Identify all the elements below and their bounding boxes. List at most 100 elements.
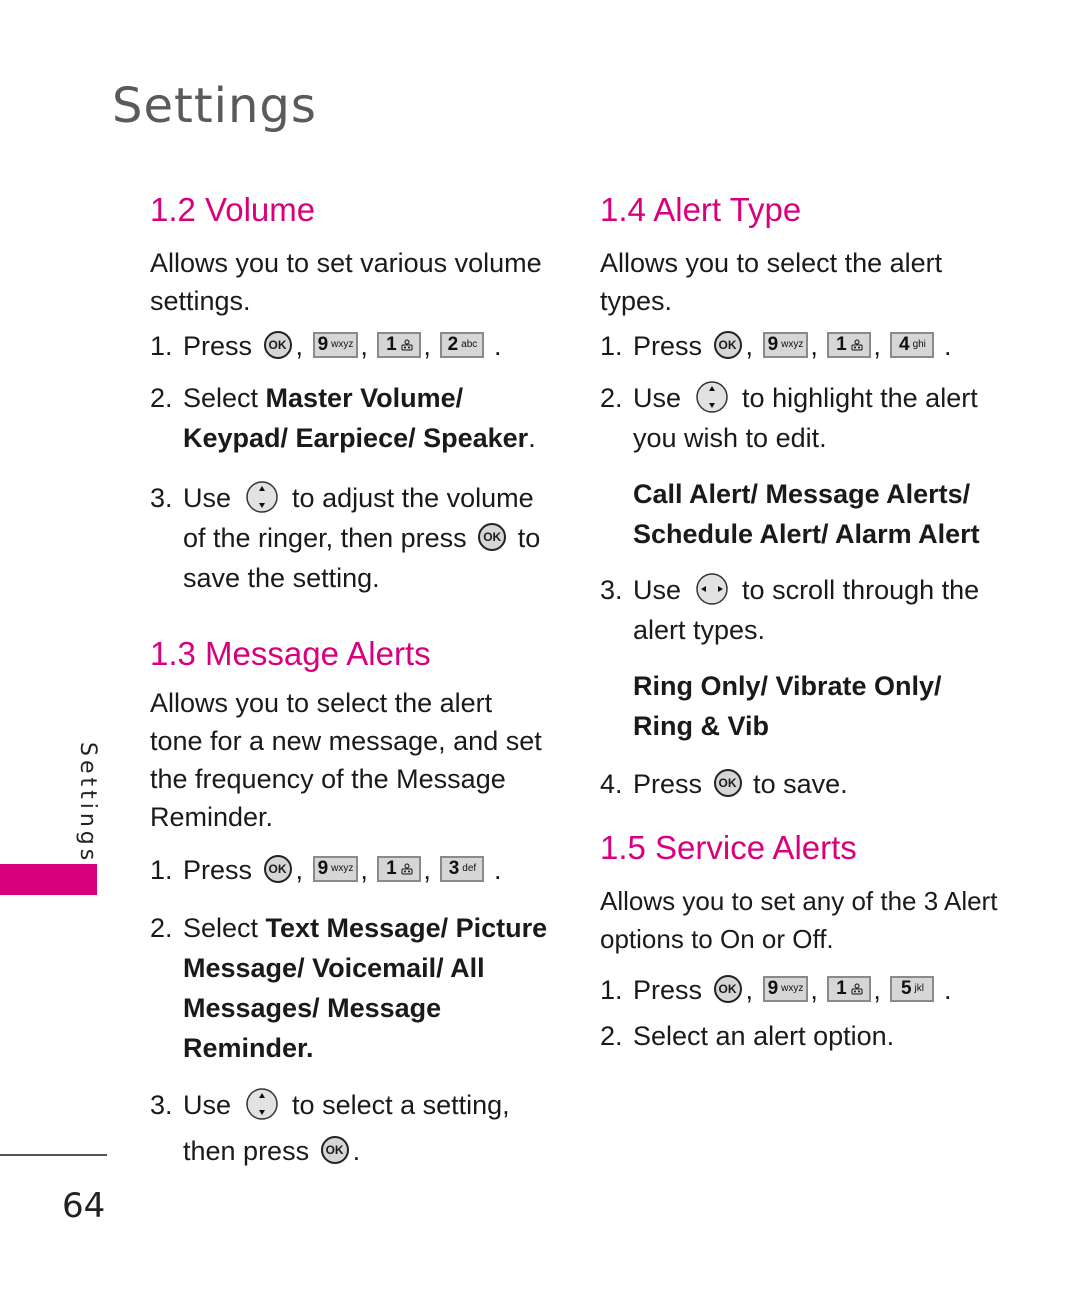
step-2: 2. Select an alert option.: [600, 1016, 1000, 1056]
step-number: 1.: [600, 331, 623, 361]
section-description: Allows you to select the alert tone for …: [150, 688, 542, 832]
left-column: 1.2 Volume Allows you to set various vol…: [150, 190, 550, 1174]
step-number: 2.: [600, 1021, 623, 1051]
step-1: 1. Press OK, 9 wxyz, 1, 5 jkl .: [600, 970, 1000, 1010]
step-options: Ring Only/ Vibrate Only/ Ring & Vib: [633, 671, 942, 741]
side-section-label: Settings: [75, 742, 100, 865]
step-1: 1. Press OK, 9 wxyz, 1, 3 def .: [150, 850, 550, 890]
ok-key-icon: OK: [263, 854, 292, 883]
step-text: Select: [183, 913, 266, 943]
separator: ,: [423, 855, 431, 885]
separator: ,: [745, 975, 754, 1005]
key-9-icon: 9 wxyz: [762, 331, 809, 358]
step-text: Use: [183, 483, 232, 513]
section-service-alerts: 1.5 Service Alerts Allows you to set any…: [600, 828, 1000, 1056]
voicemail-icon: [851, 983, 863, 995]
step-number: 3.: [150, 483, 173, 513]
step-2: 2. Use to highlight the alert you wish t…: [600, 378, 1000, 458]
step-text: Press: [633, 975, 703, 1005]
ok-key-icon: OK: [713, 768, 742, 797]
ok-key-icon: OK: [713, 330, 742, 359]
step-text: Press: [183, 855, 253, 885]
nav-up-down-icon: [695, 381, 728, 413]
voicemail-icon: [401, 339, 413, 351]
key-1-voicemail-icon: 1: [827, 975, 872, 1002]
nav-up-down-icon: [245, 1088, 278, 1120]
right-column: 1.4 Alert Type Allows you to select the …: [600, 190, 1000, 1056]
step-number: 4.: [600, 769, 623, 799]
step-number: 1.: [600, 975, 623, 1005]
step-number: 1.: [150, 855, 173, 885]
separator: ,: [873, 975, 881, 1005]
step-3: 3. Use to select a setting, then press O…: [150, 1082, 550, 1174]
voicemail-icon: [401, 863, 413, 875]
separator: ,: [423, 331, 431, 361]
key-3-icon: 3 def: [440, 855, 485, 882]
separator: ,: [810, 331, 818, 361]
step-2: 2. Select Master Volume/ Keypad/ Earpiec…: [150, 378, 550, 458]
step-text: to scroll through the alert types.: [633, 575, 980, 645]
step-text: Use: [183, 1090, 232, 1120]
key-5-icon: 5 jkl: [890, 975, 935, 1002]
nav-left-right-icon: [695, 573, 728, 605]
step-number: 1.: [150, 331, 173, 361]
step-text: to save.: [753, 769, 848, 799]
separator: ,: [745, 331, 754, 361]
step-text: Press: [633, 331, 703, 361]
section-description: Allows you to select the alert types.: [600, 248, 943, 316]
step-text: .: [352, 1136, 361, 1166]
section-volume: 1.2 Volume Allows you to set various vol…: [150, 190, 550, 598]
voicemail-icon: [851, 339, 863, 351]
step-text: Select: [183, 383, 266, 413]
step-3: 3. Use to adjust the volume of the ringe…: [150, 478, 550, 598]
separator: ,: [360, 331, 368, 361]
ok-key-icon: OK: [320, 1135, 349, 1164]
section-heading: 1.2 Volume: [150, 191, 316, 228]
step-options: Call Alert/ Message Alerts/ Schedule Ale…: [633, 479, 980, 549]
key-1-voicemail-icon: 1: [377, 855, 422, 882]
key-9-icon: 9 wxyz: [312, 855, 359, 882]
section-description: Allows you to set any of the 3 Alert opt…: [600, 886, 998, 954]
key-4-icon: 4 ghi: [890, 331, 935, 358]
separator: ,: [873, 331, 881, 361]
separator: ,: [360, 855, 368, 885]
step-number: 2.: [150, 383, 173, 413]
step-text-suffix: .: [528, 423, 536, 453]
step-number: 2.: [600, 383, 623, 413]
key-9-icon: 9 wxyz: [762, 975, 809, 1002]
separator: ,: [810, 975, 818, 1005]
step-2: 2. Select Text Message/ Picture Message/…: [150, 908, 550, 1068]
key-9-icon: 9 wxyz: [312, 331, 359, 358]
side-section-tab: [0, 864, 97, 895]
separator: .: [943, 331, 952, 361]
key-1-voicemail-icon: 1: [377, 331, 422, 358]
step-4: 4. Press OK to save.: [600, 764, 1000, 804]
step-number: 3.: [150, 1090, 173, 1120]
section-alert-type: 1.4 Alert Type Allows you to select the …: [600, 190, 1000, 804]
step-text: to highlight the alert you wish to edit.: [633, 383, 978, 453]
divider: [0, 1154, 107, 1156]
separator: ,: [295, 855, 304, 885]
step-text: Use: [633, 383, 682, 413]
section-heading: 1.3 Message Alerts: [150, 635, 431, 672]
step-text: Press: [183, 331, 253, 361]
step-1: 1. Press OK, 9 wxyz, 1, 2 abc .: [150, 326, 550, 366]
nav-up-down-icon: [245, 481, 278, 513]
key-1-voicemail-icon: 1: [827, 331, 872, 358]
separator: .: [493, 331, 502, 361]
section-heading: 1.4 Alert Type: [600, 191, 802, 228]
step-3: 3. Use to scroll through the alert types…: [600, 570, 1000, 650]
section-heading: 1.5 Service Alerts: [600, 829, 857, 866]
page-title: Settings: [112, 78, 317, 134]
section-message-alerts: 1.3 Message Alerts Allows you to select …: [150, 634, 550, 1174]
separator: .: [493, 855, 502, 885]
step-1: 1. Press OK, 9 wxyz, 1, 4 ghi .: [600, 326, 1000, 366]
step-number: 3.: [600, 575, 623, 605]
step-text: Press: [633, 769, 703, 799]
step-text: Use: [633, 575, 682, 605]
section-description: Allows you to set various volume setting…: [150, 248, 542, 316]
ok-key-icon: OK: [478, 522, 507, 551]
step-text: Select an alert option.: [633, 1021, 895, 1051]
separator: .: [943, 975, 952, 1005]
ok-key-icon: OK: [263, 330, 292, 359]
